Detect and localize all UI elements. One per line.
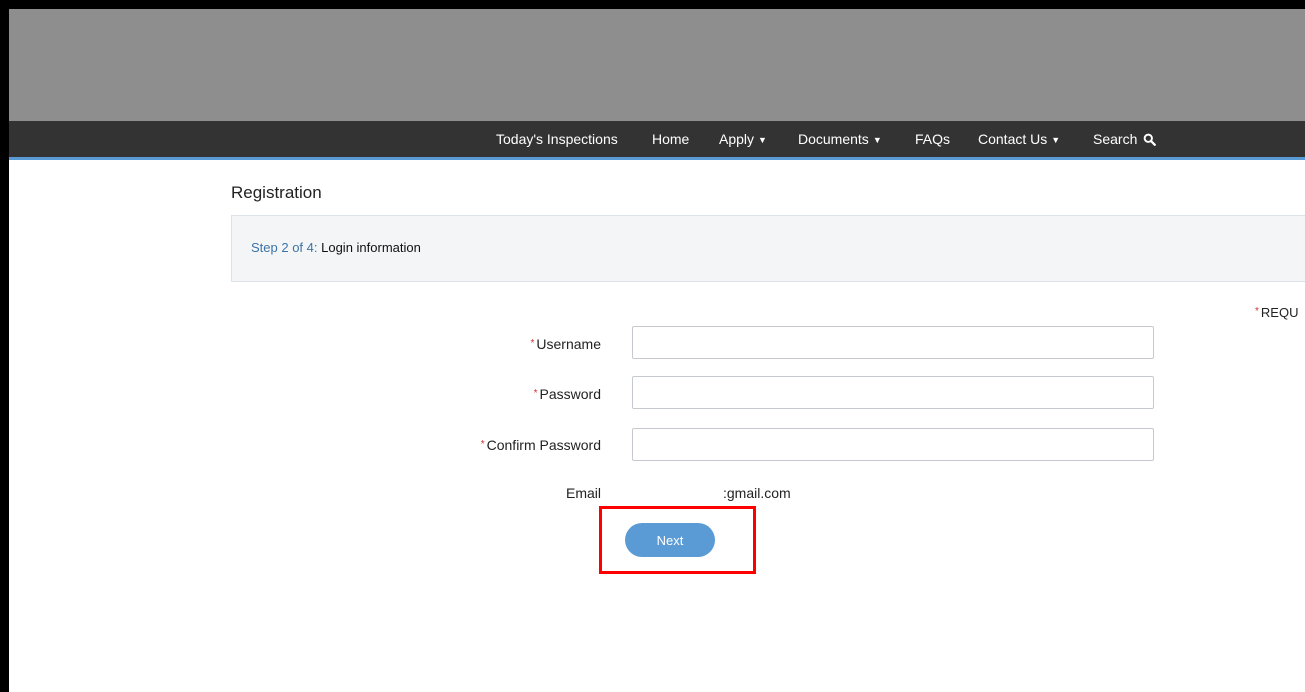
caret-down-icon: ▼ xyxy=(872,135,882,145)
nav-apply[interactable]: Apply ▼ xyxy=(719,121,767,157)
username-label: * Username xyxy=(531,336,602,352)
next-button[interactable]: Next xyxy=(625,523,715,557)
nav-home-label: Home xyxy=(652,131,690,147)
caret-down-icon: ▼ xyxy=(758,135,767,145)
required-note-text: REQU xyxy=(1260,305,1299,320)
nav-documents[interactable]: Documents ▼ xyxy=(798,121,882,157)
caret-down-icon: ▼ xyxy=(1051,135,1061,145)
required-star: * xyxy=(1255,306,1259,317)
email-label: Email xyxy=(565,485,601,501)
step-label: Login information xyxy=(317,240,421,255)
nav-faqs[interactable]: FAQs xyxy=(915,121,950,157)
nav-search[interactable]: Search xyxy=(1093,121,1157,157)
confirm-password-label-text: Confirm Password xyxy=(486,437,601,453)
nav-home[interactable]: Home xyxy=(652,121,689,157)
username-label-text: Username xyxy=(536,336,601,352)
nav-todays-inspections[interactable]: Today's Inspections xyxy=(496,121,618,157)
search-icon xyxy=(1143,133,1157,146)
page-frame: Today's Inspections Home Apply ▼ Document… xyxy=(9,9,1305,692)
page-title: Registration xyxy=(231,183,322,202)
email-value: :gmail.com xyxy=(723,485,791,501)
password-label-text: Password xyxy=(539,386,601,402)
nav-contact-us[interactable]: Contact Us ▼ xyxy=(978,121,1060,157)
step-indicator: Step 2 of 4: Login information xyxy=(231,215,1305,282)
password-input[interactable] xyxy=(632,376,1154,409)
step-number: Step 2 of 4: xyxy=(251,240,318,255)
required-star: * xyxy=(530,338,535,349)
required-star: * xyxy=(480,439,485,450)
nav-faqs-label: FAQs xyxy=(915,131,951,147)
main-nav: Today's Inspections Home Apply ▼ Document… xyxy=(9,121,1305,160)
required-note: * REQU xyxy=(1255,305,1298,320)
header-banner xyxy=(9,9,1305,121)
password-label: * Password xyxy=(534,386,601,402)
nav-todays-inspections-label: Today's Inspections xyxy=(496,131,618,147)
confirm-password-label: * Confirm Password xyxy=(481,437,601,453)
nav-search-label: Search xyxy=(1093,131,1138,147)
required-star: * xyxy=(533,388,538,399)
nav-contact-us-label: Contact Us xyxy=(978,131,1048,147)
nav-apply-label: Apply xyxy=(719,131,755,147)
nav-documents-label: Documents xyxy=(798,131,869,147)
username-input[interactable] xyxy=(632,326,1154,359)
confirm-password-input[interactable] xyxy=(632,428,1154,461)
step-text: Step 2 of 4: Login information xyxy=(251,240,421,255)
